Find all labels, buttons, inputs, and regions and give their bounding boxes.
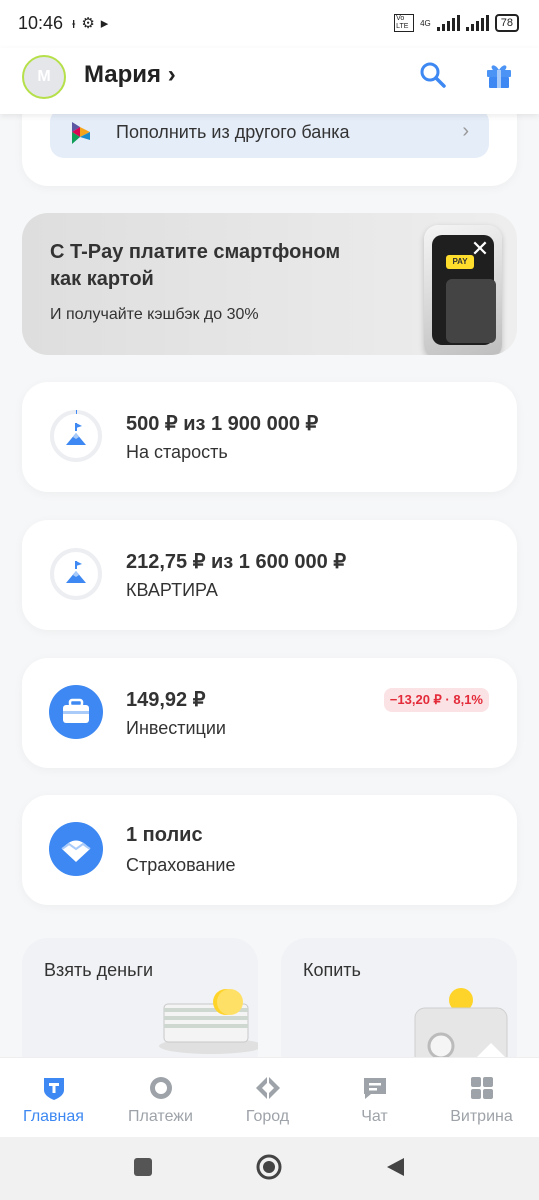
goal-card-apartment[interactable]: 212,75 ₽ из 1 600 000 ₽ КВАРТИРА <box>22 520 517 630</box>
tab-label: Город <box>245 1108 290 1125</box>
tab-label: Платежи <box>128 1108 193 1125</box>
tab-label: Витрина <box>450 1108 513 1125</box>
tab-label: Главная <box>23 1108 84 1125</box>
avatar[interactable]: М <box>22 55 66 99</box>
signal-bars-icon <box>436 15 460 31</box>
insurance-label: Страхование <box>126 855 236 875</box>
save-tile-label: Копить <box>303 960 361 980</box>
recents-square-icon[interactable] <box>132 1156 154 1178</box>
goal-name: На старость <box>126 442 228 462</box>
avatar-letter: М <box>37 68 51 85</box>
loan-tile-label: Взять деньги <box>44 960 154 980</box>
battery-icon: 78 <box>494 14 519 32</box>
promo-subtitle: И получайте кэшбэк до 30% <box>50 306 259 323</box>
investments-label: Инвестиции <box>126 718 226 738</box>
topup-other-bank-button[interactable]: Пополнить из другого банка › <box>50 108 489 158</box>
profile-name-link[interactable]: Мария › <box>84 61 176 89</box>
bottom-tab-bar: Главная Платежи Город Чат Витрина <box>0 1057 539 1138</box>
tab-home[interactable]: Главная <box>0 1058 107 1138</box>
goal-name: КВАРТИРА <box>126 580 218 600</box>
status-time: 10:46 <box>18 13 64 33</box>
close-icon[interactable]: ✕ <box>468 237 492 261</box>
notification-icon: ᵻ <box>72 15 82 32</box>
tab-city[interactable]: Город <box>214 1058 321 1138</box>
goal-amount: 212,75 ₽ из 1 600 000 ₽ <box>126 551 347 573</box>
payments-icon <box>149 1077 172 1099</box>
phone-card-graphic <box>446 279 496 343</box>
back-triangle-icon[interactable] <box>384 1156 406 1178</box>
app-header: М Мария › <box>0 48 539 114</box>
status-right-group: Vo LTE 4G 78 <box>394 14 519 32</box>
volte-icon: Vo LTE <box>394 14 415 32</box>
signal-bars-2-icon <box>465 15 489 31</box>
umbrella-shield-icon <box>49 822 103 876</box>
showcase-icon <box>470 1077 493 1099</box>
city-icon <box>255 1076 280 1100</box>
search-icon[interactable] <box>418 60 448 90</box>
sbp-logo-icon <box>72 122 90 144</box>
chevron-right-icon: › <box>462 120 469 142</box>
network-type: 4G <box>420 18 431 28</box>
home-t-icon <box>43 1078 64 1100</box>
money-stack-icon <box>159 989 258 1054</box>
play-icon: ▸ <box>100 15 115 32</box>
system-nav-bar <box>0 1137 539 1200</box>
tab-payments[interactable]: Платежи <box>107 1058 214 1138</box>
status-bar: 10:46 ᵻ⚙▸ Vo LTE 4G 78 <box>0 0 539 48</box>
insurance-count: 1 полис <box>126 824 203 846</box>
user-name: Мария <box>84 61 162 88</box>
status-notification-icons: ᵻ⚙▸ <box>72 14 114 32</box>
home-circle-icon[interactable] <box>255 1153 283 1181</box>
goal-card-retirement[interactable]: 500 ₽ из 1 900 000 ₽ На старость <box>22 382 517 492</box>
tab-showcase[interactable]: Витрина <box>428 1058 535 1138</box>
promo-title: С T-Pay платите смартфоном как картой <box>50 241 341 290</box>
gift-icon[interactable] <box>484 60 514 90</box>
tab-label: Чат <box>361 1108 388 1125</box>
investments-card[interactable]: 149,92 ₽ Инвестиции −13,20 ₽ · 8,1% <box>22 658 517 768</box>
goal-mountain-icon <box>50 409 102 462</box>
briefcase-icon <box>49 685 103 739</box>
tpay-promo-banner[interactable]: С T-Pay платите смартфоном как картой И … <box>22 213 517 355</box>
goal-mountain-icon <box>50 548 102 600</box>
tab-chat[interactable]: Чат <box>321 1058 428 1138</box>
investments-change-badge: −13,20 ₽ · 8,1% <box>383 688 489 712</box>
investments-amount: 149,92 ₽ <box>126 689 206 711</box>
chat-icon <box>363 1078 386 1099</box>
chevron-right-icon: › <box>167 61 176 88</box>
settings-gear-icon: ⚙ <box>81 15 101 32</box>
topup-label: Пополнить из другого банка <box>116 122 350 142</box>
insurance-card[interactable]: 1 полис Страхование <box>22 795 517 905</box>
goal-amount: 500 ₽ из 1 900 000 ₽ <box>126 413 319 435</box>
